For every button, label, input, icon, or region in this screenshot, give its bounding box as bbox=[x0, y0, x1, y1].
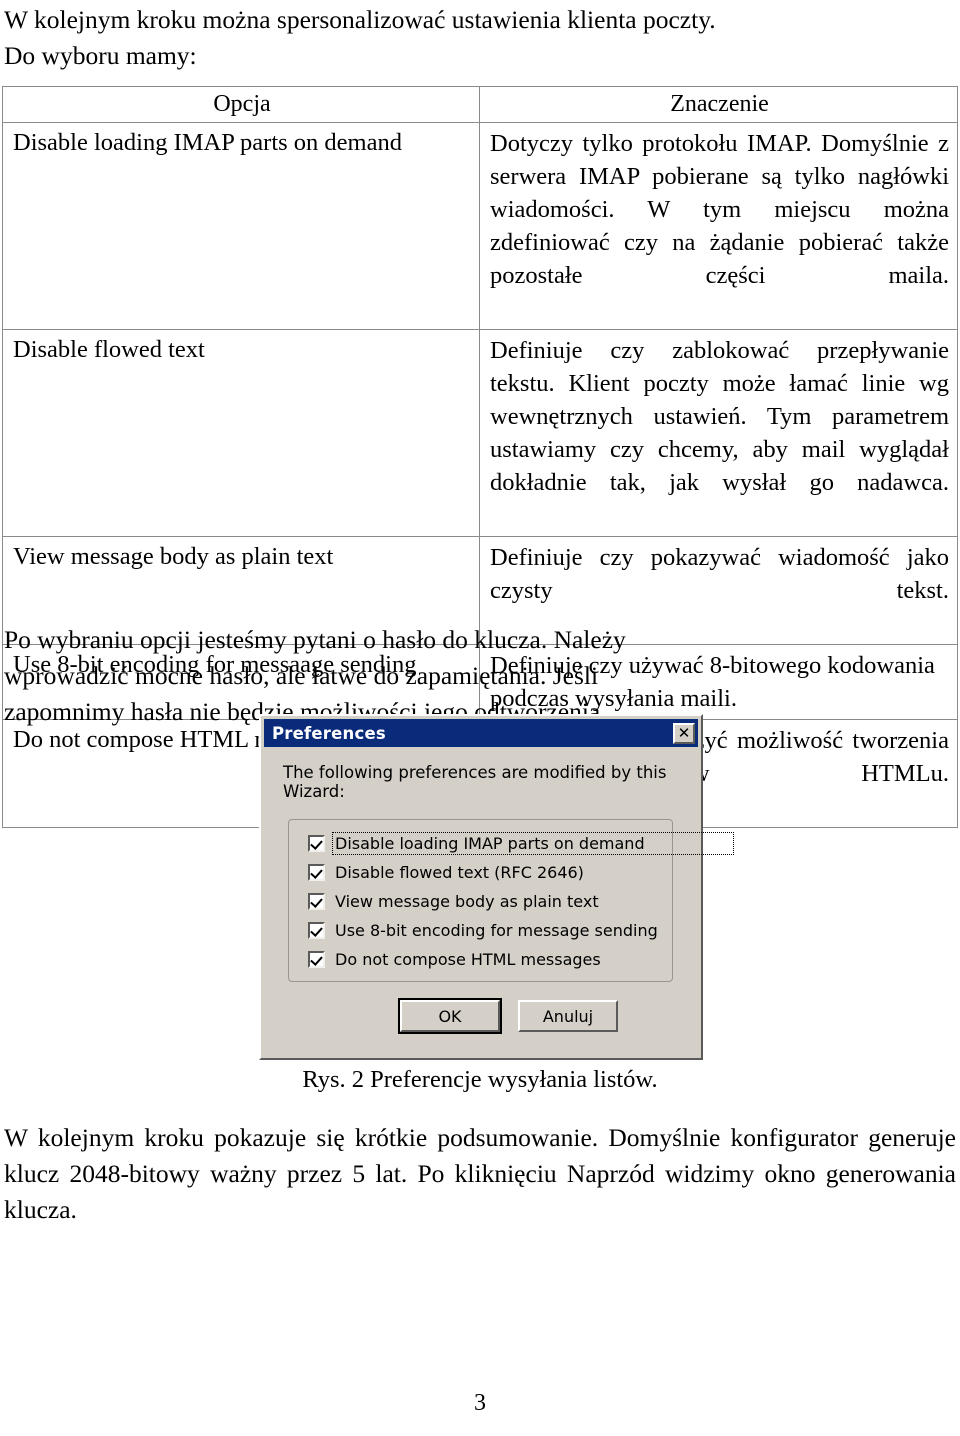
paragraph-text: W kolejnym kroku pokazuje się krótkie po… bbox=[4, 1123, 956, 1224]
checkbox-row-disable-loading-imap[interactable]: Disable loading IMAP parts on demand bbox=[308, 829, 734, 858]
checkbox-label: Disable loading IMAP parts on demand bbox=[332, 832, 734, 855]
preferences-checkbox-group: Disable loading IMAP parts on demand Dis… bbox=[288, 819, 734, 982]
cancel-button[interactable]: Anuluj bbox=[518, 1000, 618, 1032]
intro-text-block: W kolejnym kroku można spersonalizować u… bbox=[4, 2, 956, 74]
paragraph-bottom: W kolejnym kroku pokazuje się krótkie po… bbox=[4, 1120, 956, 1228]
option-meaning-cell: Dotyczy tylko protokołu IMAP. Domyślnie … bbox=[479, 122, 958, 330]
checkbox-row-view-plain-text[interactable]: View message body as plain text bbox=[308, 887, 672, 916]
checkbox-icon[interactable] bbox=[308, 951, 325, 968]
checkbox-icon[interactable] bbox=[308, 864, 325, 881]
preferences-dialog-figure: Preferences ✕ The following preferences … bbox=[259, 714, 734, 1060]
option-name-cell: Disable flowed text bbox=[2, 329, 480, 537]
option-meaning-cell: Definiuje czy zablokować przepływanie te… bbox=[479, 329, 958, 537]
checkbox-label: Use 8-bit encoding for message sending bbox=[335, 921, 658, 940]
table-row: Disable flowed text Definiuje czy zablok… bbox=[2, 329, 958, 537]
preferences-dialog: Preferences ✕ The following preferences … bbox=[259, 714, 734, 1060]
column-header-meaning: Znaczenie bbox=[479, 86, 958, 123]
figure-caption: Rys. 2 Preferencje wysyłania listów. bbox=[302, 1066, 658, 1093]
checkbox-icon[interactable] bbox=[308, 893, 325, 910]
checkbox-row-8bit-encoding[interactable]: Use 8-bit encoding for message sending bbox=[308, 916, 672, 945]
column-header-option: Opcja bbox=[2, 86, 480, 123]
checkbox-label: View message body as plain text bbox=[335, 892, 599, 911]
dialog-title: Preferences bbox=[272, 723, 386, 743]
table-row: Disable loading IMAP parts on demand Dot… bbox=[2, 122, 958, 330]
dialog-message: The following preferences are modified b… bbox=[283, 763, 667, 801]
checkbox-label: Do not compose HTML messages bbox=[335, 950, 601, 969]
dialog-button-row: OK Anuluj bbox=[261, 1000, 701, 1032]
checkbox-icon[interactable] bbox=[308, 835, 325, 852]
page-number: 3 bbox=[474, 1390, 486, 1416]
document-page: W kolejnym kroku można spersonalizować u… bbox=[0, 0, 960, 1436]
table-header-row: Opcja Znaczenie bbox=[2, 86, 958, 123]
option-name-cell: Disable loading IMAP parts on demand bbox=[2, 122, 480, 330]
checkbox-row-disable-flowed-text[interactable]: Disable flowed text (RFC 2646) bbox=[308, 858, 672, 887]
intro-line-2: Do wyboru mamy: bbox=[4, 41, 197, 70]
close-icon[interactable]: ✕ bbox=[673, 722, 695, 744]
intro-line-1: W kolejnym kroku można spersonalizować u… bbox=[4, 5, 716, 34]
checkbox-label: Disable flowed text (RFC 2646) bbox=[335, 863, 584, 882]
ok-button[interactable]: OK bbox=[400, 1000, 500, 1032]
dialog-titlebar: Preferences ✕ bbox=[264, 719, 698, 747]
checkbox-icon[interactable] bbox=[308, 922, 325, 939]
checkbox-row-no-html-messages[interactable]: Do not compose HTML messages bbox=[308, 945, 672, 974]
